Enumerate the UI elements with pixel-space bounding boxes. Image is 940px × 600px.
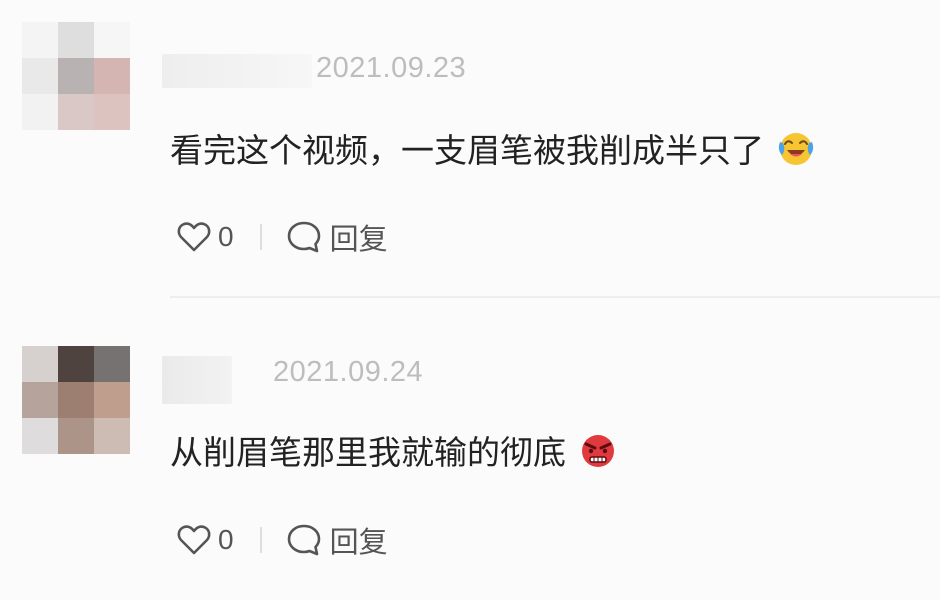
username-blurred[interactable] — [162, 54, 312, 88]
reply-label: 回复 — [329, 222, 388, 256]
speech-bubble-icon — [287, 221, 320, 253]
reply-label: 回复 — [329, 525, 388, 559]
action-separator — [259, 224, 262, 250]
comment-actions: 0 回复 — [176, 520, 388, 560]
comment-divider — [170, 296, 940, 298]
like-button[interactable]: 0 — [176, 221, 234, 253]
angry-face-emoji-icon — [582, 435, 614, 467]
heart-icon — [177, 525, 211, 555]
comment-item: 2021.09.23 看完这个视频，一支眉笔被我削成半只了 0 回复 — [0, 0, 940, 300]
comment-timestamp: 2021.09.24 — [273, 356, 424, 388]
comment-text-row: 看完这个视频，一支眉笔被我削成半只了 — [170, 124, 816, 172]
reply-button[interactable]: 回复 — [286, 216, 388, 258]
avatar[interactable] — [22, 22, 130, 130]
speech-bubble-icon — [287, 524, 320, 556]
comment-text: 从削眉笔那里我就输的彻底 — [170, 433, 566, 472]
comment-timestamp: 2021.09.23 — [316, 52, 467, 84]
comment-item: 2021.09.24 从削眉笔那里我就输的彻底 0 回复 — [0, 300, 940, 600]
like-count: 0 — [218, 524, 234, 555]
action-separator — [259, 527, 262, 553]
heart-icon — [177, 222, 211, 252]
like-button[interactable]: 0 — [176, 524, 234, 556]
username-blurred[interactable] — [162, 356, 232, 404]
comment-text-row: 从削眉笔那里我就输的彻底 — [170, 426, 618, 474]
laughing-crying-emoji-icon — [778, 133, 814, 165]
comment-actions: 0 回复 — [176, 217, 388, 257]
reply-button[interactable]: 回复 — [286, 519, 388, 561]
avatar[interactable] — [22, 346, 130, 454]
like-count: 0 — [218, 221, 234, 252]
comment-text: 看完这个视频，一支眉笔被我削成半只了 — [170, 131, 764, 170]
